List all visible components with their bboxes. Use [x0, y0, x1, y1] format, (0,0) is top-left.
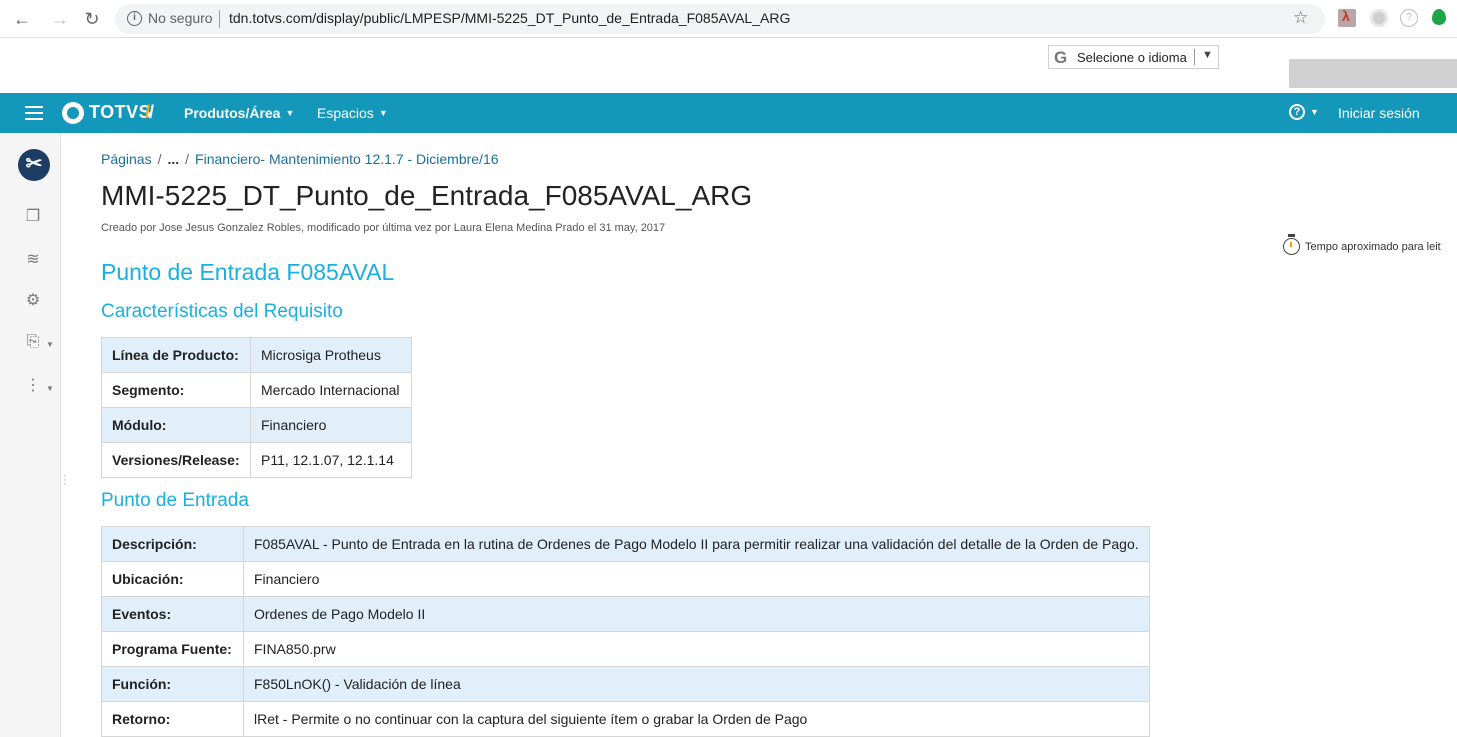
extension-icon[interactable]: [1370, 9, 1388, 27]
chevron-down-icon[interactable]: ▼: [46, 384, 54, 393]
address-separator: [219, 10, 220, 28]
table-cell-value: lRet - Permite o no continuar con la cap…: [243, 701, 1150, 737]
heading-main: Punto de Entrada F085AVAL: [101, 259, 395, 285]
blog-feed-icon[interactable]: ≋: [23, 250, 43, 270]
table-cell-label: Versiones/Release:: [101, 442, 251, 478]
table-cell-label: Programa Fuente:: [101, 631, 244, 667]
breadcrumb-parent[interactable]: Financiero- Mantenimiento 12.1.7 - Dicie…: [195, 151, 498, 167]
read-time: Tempo aproximado para leit: [1283, 234, 1441, 255]
table-cell-label: Función:: [101, 666, 244, 702]
pdf-extension-icon[interactable]: [1338, 8, 1356, 27]
hamburger-menu-icon[interactable]: [25, 106, 43, 120]
browser-toolbar: ← → ↻ i No seguro tdn.totvs.com/display/…: [0, 0, 1457, 38]
heading-requisito: Características del Requisito: [101, 301, 343, 322]
search-box-placeholder[interactable]: [1289, 59, 1457, 88]
language-separator: [1194, 49, 1195, 65]
table-cell-value: F085AVAL - Punto de Entrada en la rutina…: [243, 526, 1150, 562]
space-sidebar: ✂ ❐ ≋ ⚙ ⎘ ▼ ⋮ ▼: [0, 133, 61, 737]
page-byline: Creado por Jose Jesus Gonzalez Robles, m…: [101, 222, 666, 234]
breadcrumb: Páginas /... / Financiero- Mantenimiento 12…: [101, 151, 499, 167]
help-icon[interactable]: ?: [1289, 104, 1305, 120]
sidebar-resize-handle[interactable]: · · ·: [63, 469, 67, 489]
table-row: Función: F850LnOK() - Validación de líne…: [101, 666, 1150, 702]
language-select[interactable]: G Selecione o idioma ▼: [1048, 45, 1219, 69]
forward-icon[interactable]: →: [48, 7, 72, 31]
page-title: MMI-5225_DT_Punto_de_Entrada_F085AVAL_AR…: [101, 180, 753, 211]
table-cell-label: Línea de Producto:: [101, 337, 251, 373]
logo-slashes: //: [145, 102, 154, 122]
table-cell-value: Mercado Internacional: [250, 372, 412, 408]
breadcrumb-root[interactable]: Páginas: [101, 151, 152, 167]
logo-text[interactable]: TOTVS: [89, 102, 151, 123]
login-link[interactable]: Iniciar sesión: [1338, 105, 1420, 121]
chevron-down-icon[interactable]: ▼: [46, 340, 54, 349]
help-extension-icon[interactable]: ?: [1400, 9, 1418, 27]
site-header: TOTVS // Produtos/Área ▼ Espacios ▼ ? ▼ In…: [0, 93, 1457, 133]
requisito-table: Línea de Producto: Microsiga Protheus Se…: [101, 337, 412, 478]
heading-punto-de-entrada: Punto de Entrada: [101, 490, 249, 511]
url-text[interactable]: tdn.totvs.com/display/public/LMPESP/MMI-…: [229, 10, 790, 26]
shortcuts-icon[interactable]: ⚙: [23, 291, 43, 311]
table-cell-label: Eventos:: [101, 596, 244, 632]
breadcrumb-ellipsis[interactable]: ...: [167, 151, 179, 167]
table-row: Programa Fuente: FINA850.prw: [101, 631, 1150, 667]
chevron-down-icon: ▼: [378, 108, 388, 118]
table-cell-value: P11, 12.1.07, 12.1.14: [250, 442, 412, 478]
evernote-extension-icon[interactable]: [1432, 9, 1446, 25]
table-cell-value: Microsiga Protheus: [250, 337, 412, 373]
table-row: Módulo: Financiero: [101, 407, 412, 443]
table-row: Versiones/Release: P11, 12.1.07, 12.1.14: [101, 442, 412, 478]
punto-de-entrada-table: Descripción: F085AVAL - Punto de Entrada…: [101, 526, 1150, 737]
chevron-down-icon[interactable]: ▼: [1310, 107, 1319, 117]
table-cell-label: Retorno:: [101, 701, 244, 737]
menu-produtos[interactable]: Produtos/Área ▼: [184, 105, 294, 121]
table-row: Descripción: F085AVAL - Punto de Entrada…: [101, 526, 1150, 562]
chevron-down-icon: ▼: [285, 108, 295, 118]
google-icon: G: [1054, 48, 1068, 67]
table-cell-value: Financiero: [243, 561, 1150, 597]
table-cell-value: FINA850.prw: [243, 631, 1150, 667]
back-icon[interactable]: ←: [10, 7, 34, 31]
table-row: Línea de Producto: Microsiga Protheus: [101, 337, 412, 373]
table-cell-label: Segmento:: [101, 372, 251, 408]
language-select-label: Selecione o idioma: [1077, 50, 1187, 65]
table-row: Segmento: Mercado Internacional: [101, 372, 412, 408]
page-tree-icon[interactable]: ⋮: [23, 376, 43, 396]
table-cell-label: Ubicación:: [101, 561, 244, 597]
table-row: Retorno: lRet - Permite o no continuar c…: [101, 701, 1150, 737]
table-cell-label: Descripción:: [101, 526, 244, 562]
reload-icon[interactable]: ↻: [80, 7, 104, 31]
address-bar[interactable]: i No seguro tdn.totvs.com/display/public…: [115, 4, 1325, 34]
info-icon[interactable]: i: [127, 11, 142, 26]
space-logo-icon[interactable]: ✂: [18, 149, 50, 181]
bookmark-star-icon[interactable]: ☆: [1293, 8, 1308, 28]
table-row: Eventos: Ordenes de Pago Modelo II: [101, 596, 1150, 632]
table-cell-value: Financiero: [250, 407, 412, 443]
page-tools-icon[interactable]: ⎘: [23, 332, 43, 352]
totvs-logo-icon[interactable]: [62, 102, 84, 124]
menu-espacios[interactable]: Espacios ▼: [317, 105, 388, 121]
table-cell-value: F850LnOK() - Validación de línea: [243, 666, 1150, 702]
table-cell-value: Ordenes de Pago Modelo II: [243, 596, 1150, 632]
pages-icon[interactable]: ❐: [23, 207, 43, 227]
stopwatch-icon: [1283, 234, 1300, 255]
table-row: Ubicación: Financiero: [101, 561, 1150, 597]
security-label[interactable]: No seguro: [148, 10, 213, 26]
chevron-down-icon: ▼: [1202, 49, 1213, 61]
table-cell-label: Módulo:: [101, 407, 251, 443]
